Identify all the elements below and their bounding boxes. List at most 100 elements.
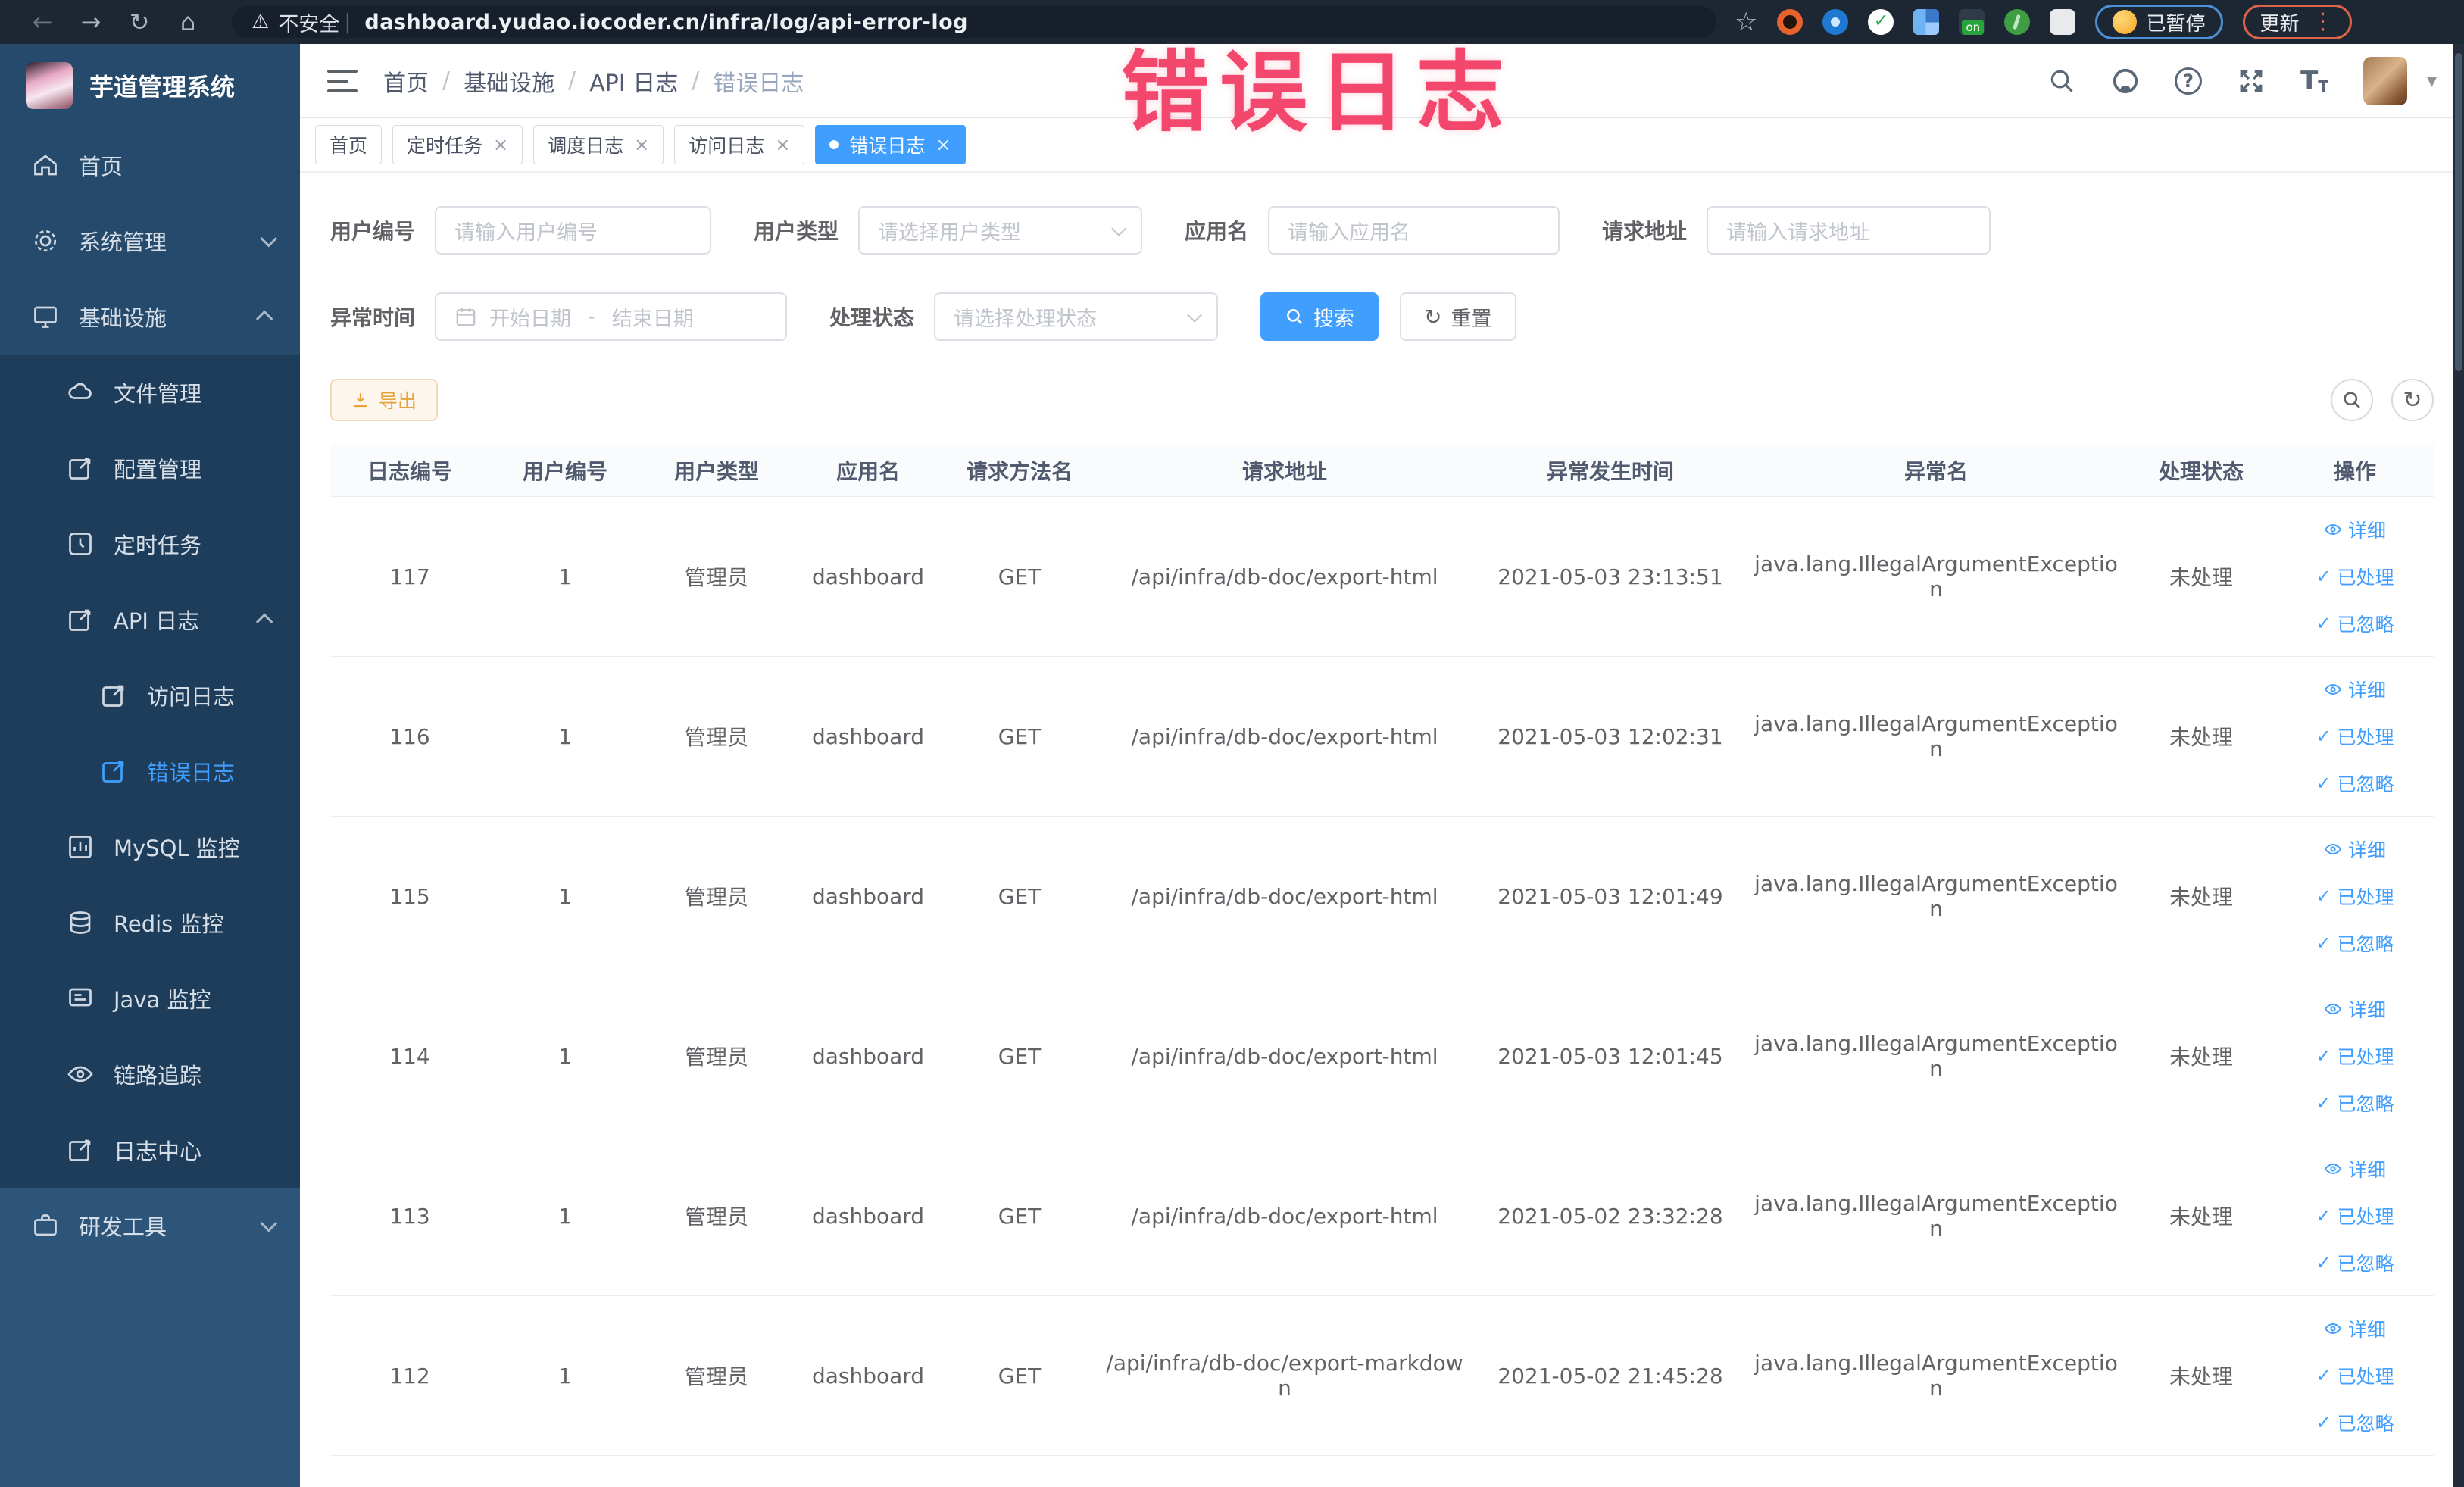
mark-processed-link[interactable]: ✓ 已处理 [2316,563,2394,590]
chevron-down-icon[interactable]: ▾ [2427,70,2437,92]
edit-icon [102,761,124,783]
breadcrumb-api-log[interactable]: API 日志 [589,64,678,98]
active-dot-icon [829,140,839,149]
sidebar-item-java-monitor[interactable]: Java 监控 [0,961,300,1036]
toggle-search-button[interactable] [2331,379,2373,421]
mark-ignored-link[interactable]: ✓ 已忽略 [2316,610,2394,637]
scrollbar[interactable] [2453,44,2464,1487]
detail-link[interactable]: 详细 [2324,1315,2386,1342]
detail-link[interactable]: 详细 [2324,1155,2386,1182]
extension-icon[interactable] [1913,9,1940,35]
error-log-table: 日志编号 用户编号 用户类型 应用名 请求方法名 请求地址 异常发生时间 异常名… [330,444,2434,1456]
refresh-icon: ↻ [1424,304,1442,330]
sidebar-item-redis-monitor[interactable]: Redis 监控 [0,885,300,961]
extension-icon[interactable] [1822,9,1849,35]
mark-processed-link[interactable]: ✓ 已处理 [2316,1042,2394,1070]
mark-ignored-link[interactable]: ✓ 已忽略 [2316,1249,2394,1276]
extension-icon[interactable] [1777,9,1803,35]
mark-ignored-link[interactable]: ✓ 已忽略 [2316,1089,2394,1117]
edit-icon [69,609,91,631]
collapse-sidebar-button[interactable] [327,69,358,92]
eye-icon [67,1066,93,1082]
tab-schedule-log[interactable]: 调度日志 × [533,125,664,164]
sidebar-item-mysql-monitor[interactable]: MySQL 监控 [0,809,300,885]
tab-scheduled-jobs[interactable]: 定时任务 × [392,125,523,164]
screen-icon [69,988,92,1007]
tab-access-log[interactable]: 访问日志 × [674,125,805,164]
extension-icon[interactable] [1868,9,1894,35]
chart-icon [69,836,92,858]
sidebar-item-home[interactable]: 首页 [0,127,300,203]
sidebar-item-dev-tools[interactable]: 研发工具 [0,1188,300,1264]
check-icon: ✓ [2316,932,2331,954]
profile-paused-badge[interactable]: 已暂停 [2095,5,2223,39]
app-name-input[interactable]: 请输入应用名 [1268,206,1560,255]
tab-home[interactable]: 首页 [315,125,383,164]
github-icon[interactable] [2111,67,2140,95]
chevron-up-icon [255,310,273,328]
close-icon[interactable]: × [634,134,649,155]
browser-update-button[interactable]: 更新 ⋮ [2242,5,2352,39]
close-icon[interactable]: × [935,134,951,155]
detail-link[interactable]: 详细 [2324,995,2386,1023]
reset-button[interactable]: ↻ 重置 [1400,292,1516,341]
cloud-icon [68,383,92,399]
breadcrumb-infra[interactable]: 基础设施 [464,64,554,98]
browser-menu-icon[interactable]: ⋮ [2312,11,2334,33]
back-icon[interactable]: ← [18,8,67,36]
date-range-picker[interactable]: 开始日期 - 结束日期 [435,292,788,341]
mark-processed-link[interactable]: ✓ 已处理 [2316,883,2394,910]
mark-ignored-link[interactable]: ✓ 已忽略 [2316,929,2394,957]
detail-link[interactable]: 详细 [2324,676,2386,703]
sidebar-item-file-manage[interactable]: 文件管理 [0,355,300,430]
forward-icon[interactable]: → [67,8,115,36]
check-icon: ✓ [2316,886,2331,907]
avatar[interactable] [2363,56,2407,105]
user-type-select[interactable]: 请选择用户类型 [858,206,1143,255]
detail-link[interactable]: 详细 [2324,836,2386,863]
fullscreen-icon[interactable] [2237,67,2266,95]
sidebar-item-config-manage[interactable]: 配置管理 [0,430,300,506]
app-logo[interactable]: 芋道管理系统 [0,44,300,127]
app-title: 芋道管理系统 [89,73,236,102]
not-secure-warning-icon: ⚠ [251,11,270,33]
process-status-select[interactable]: 请选择处理状态 [934,292,1219,341]
extension-icon[interactable] [1959,9,1985,35]
extension-icon[interactable] [2004,9,2031,35]
scrollbar-thumb[interactable] [2455,53,2462,371]
bookmark-star-icon[interactable]: ☆ [1735,7,1757,37]
user-id-input[interactable]: 请输入用户编号 [435,206,712,255]
breadcrumb-home[interactable]: 首页 [383,64,429,98]
sidebar-item-system[interactable]: 系统管理 [0,203,300,279]
request-url-input[interactable]: 请输入请求地址 [1707,206,1991,255]
sidebar-item-infra[interactable]: 基础设施 [0,279,300,355]
mark-ignored-link[interactable]: ✓ 已忽略 [2316,770,2394,797]
detail-link[interactable]: 详细 [2324,516,2386,543]
search-icon[interactable] [2047,67,2076,95]
sidebar-item-access-log[interactable]: 访问日志 [0,658,300,733]
extensions-puzzle-icon[interactable] [2050,9,2076,35]
close-icon[interactable]: × [493,134,508,155]
url-text[interactable]: dashboard.yudao.iocoder.cn/infra/log/api… [364,11,968,34]
mark-processed-link[interactable]: ✓ 已处理 [2316,1202,2394,1229]
sidebar-item-scheduled-jobs[interactable]: 定时任务 [0,506,300,582]
app-name-label: 应用名 [1185,219,1249,244]
export-button[interactable]: 导出 [330,379,439,421]
home-icon[interactable]: ⌂ [164,8,212,36]
check-icon: ✓ [2316,1045,2331,1067]
mark-processed-link[interactable]: ✓ 已处理 [2316,1362,2394,1389]
not-secure-label[interactable]: 不安全 [278,8,339,37]
sidebar-item-error-log[interactable]: 错误日志 [0,733,300,809]
sidebar-item-api-log[interactable]: API 日志 [0,582,300,658]
help-icon[interactable]: ? [2175,67,2203,95]
sidebar-item-trace[interactable]: 链路追踪 [0,1036,300,1112]
sidebar-item-log-center[interactable]: 日志中心 [0,1112,300,1188]
font-size-icon[interactable]: TT [2300,68,2328,94]
reload-icon[interactable]: ↻ [115,8,164,36]
mark-ignored-link[interactable]: ✓ 已忽略 [2316,1409,2394,1436]
mark-processed-link[interactable]: ✓ 已处理 [2316,723,2394,750]
tab-error-log[interactable]: 错误日志 × [815,125,966,164]
search-button[interactable]: 搜索 [1260,292,1379,341]
close-icon[interactable]: × [775,134,790,155]
refresh-table-button[interactable]: ↻ [2391,379,2434,421]
